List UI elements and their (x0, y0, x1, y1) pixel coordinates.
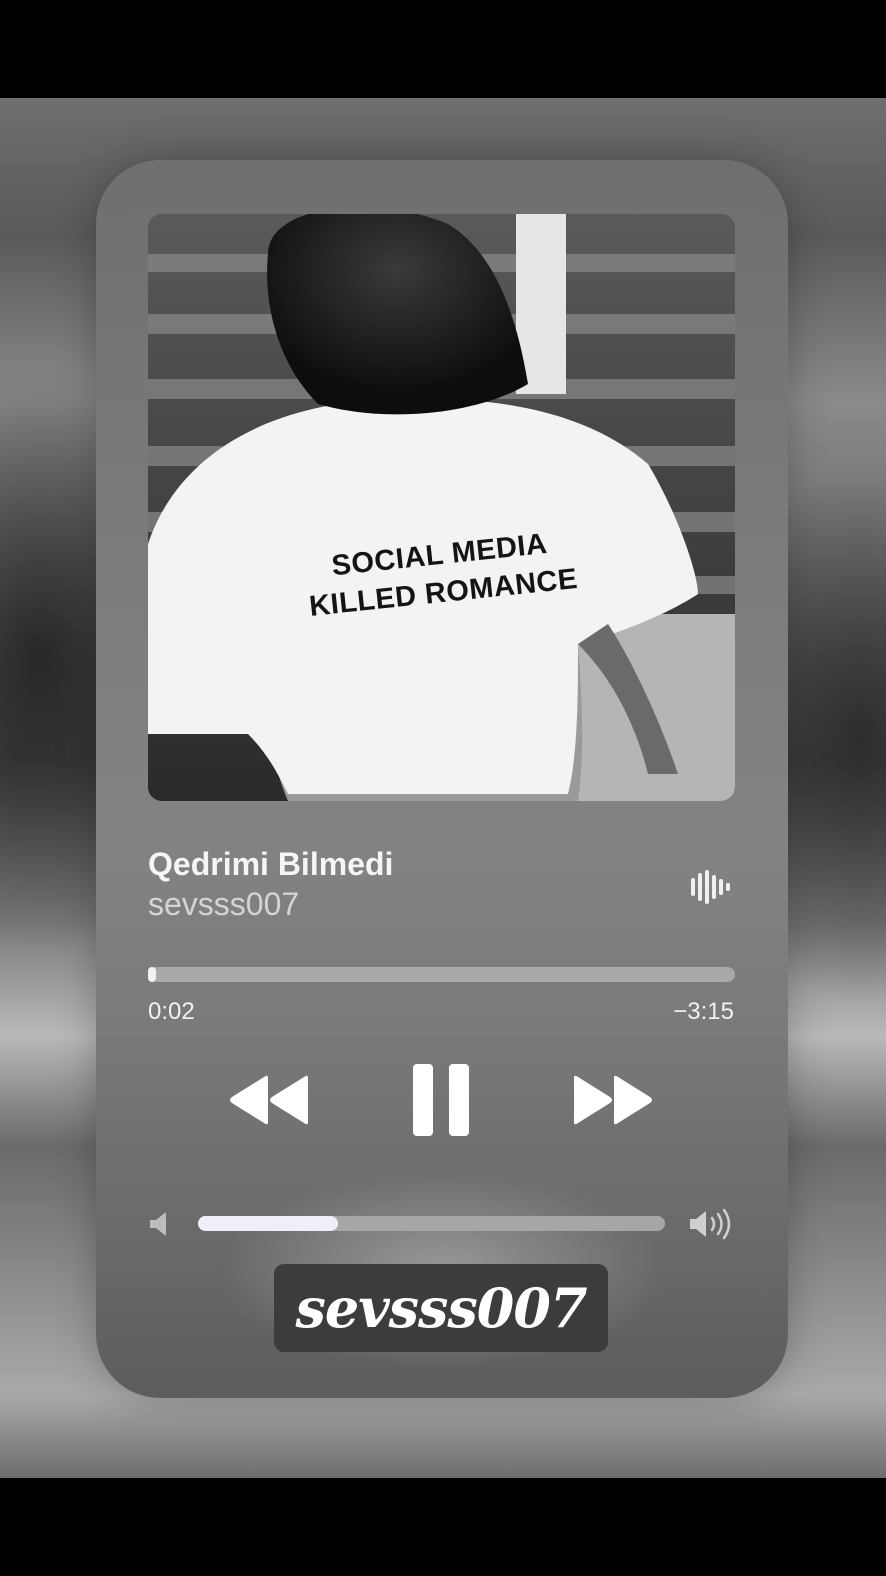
remaining-time: −3:15 (673, 998, 734, 1025)
speaker-high-icon (690, 1208, 731, 1240)
pause-button[interactable] (410, 1062, 472, 1138)
track-artist[interactable]: sevsss007 (148, 886, 299, 923)
progress-fill (148, 967, 156, 982)
album-artwork: SOCIAL MEDIA KILLED ROMANCE (148, 214, 735, 801)
artwork-photo (148, 214, 735, 801)
volume-slider[interactable] (198, 1216, 665, 1231)
volume-fill (198, 1216, 339, 1231)
elapsed-time: 0:02 (148, 998, 195, 1025)
pause-icon (413, 1064, 469, 1136)
speaker-low-icon (150, 1212, 166, 1236)
rewind-button[interactable] (228, 1074, 312, 1126)
fast-forward-button[interactable] (570, 1074, 654, 1126)
waveform-icon[interactable] (690, 870, 734, 904)
rewind-icon (230, 1075, 308, 1125)
username-watermark: sevsss007 (274, 1264, 608, 1352)
progress-scrubber[interactable] (148, 967, 735, 982)
track-title: Qedrimi Bilmedi (148, 846, 394, 882)
fast-forward-icon (574, 1075, 652, 1125)
watermark-text: sevsss007 (295, 1276, 587, 1340)
